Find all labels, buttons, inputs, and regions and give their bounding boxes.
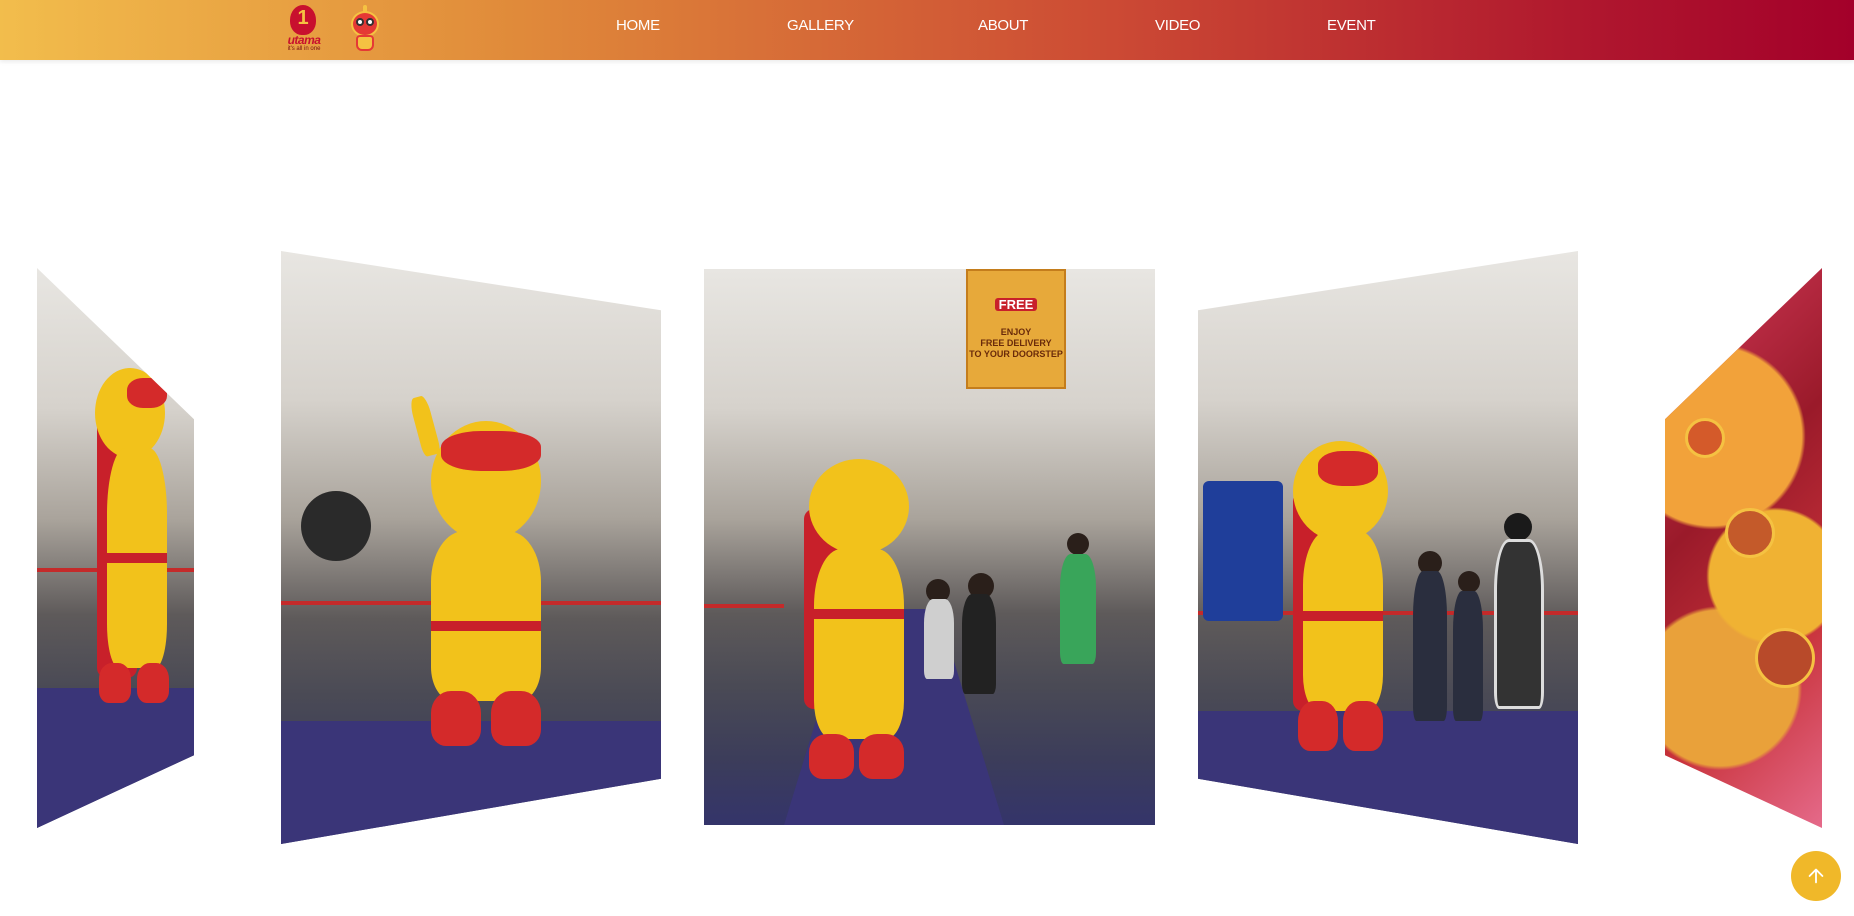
banner-line-4: TO YOUR DOORSTEP: [969, 349, 1063, 359]
logo-tagline: it's all in one: [287, 46, 321, 52]
nav-event[interactable]: EVENT: [1327, 17, 1376, 34]
scroll-to-top-button[interactable]: [1791, 851, 1841, 901]
slide-photo: [37, 268, 194, 828]
mascot-body: [356, 35, 374, 51]
promo-banner: FREE ENJOY FREE DELIVERY TO YOUR DOORSTE…: [966, 269, 1066, 389]
banner-line-3: FREE DELIVERY: [980, 338, 1052, 348]
slide-photo: [281, 251, 661, 844]
slide-photo: [1665, 268, 1822, 828]
mascot-icon[interactable]: [342, 5, 388, 53]
mascot-eye-right: [366, 18, 374, 26]
gallery-slide-1[interactable]: [37, 268, 194, 828]
gallery-slide-3[interactable]: FREE ENJOY FREE DELIVERY TO YOUR DOORSTE…: [704, 269, 1155, 825]
gallery-slide-2[interactable]: [281, 251, 661, 844]
mascot-eye-left: [356, 18, 364, 26]
site-header: 1 utama it's all in one HOME GALLERY ABO…: [0, 0, 1854, 60]
mascot-head: [351, 11, 379, 37]
gallery-slide-4[interactable]: [1198, 251, 1578, 844]
slide-photo: [1198, 251, 1578, 844]
nav-about[interactable]: ABOUT: [978, 17, 1028, 34]
banner-line-2: ENJOY: [1000, 327, 1032, 337]
banner-line-1: FREE: [994, 298, 1038, 311]
nav-gallery[interactable]: GALLERY: [787, 17, 854, 34]
nav-video[interactable]: VIDEO: [1155, 17, 1200, 34]
brand-logo[interactable]: 1 utama it's all in one: [280, 5, 328, 53]
gallery-carousel: FREE ENJOY FREE DELIVERY TO YOUR DOORSTE…: [0, 200, 1854, 860]
arrow-up-icon: [1808, 868, 1824, 884]
gallery-slide-5[interactable]: [1665, 268, 1822, 828]
slide-photo: FREE ENJOY FREE DELIVERY TO YOUR DOORSTE…: [704, 269, 1155, 825]
logo-wordmark: utama: [287, 33, 321, 47]
logo-group: 1 utama it's all in one: [280, 4, 388, 54]
logo-numeral: 1: [297, 7, 309, 29]
nav-home[interactable]: HOME: [616, 17, 660, 34]
